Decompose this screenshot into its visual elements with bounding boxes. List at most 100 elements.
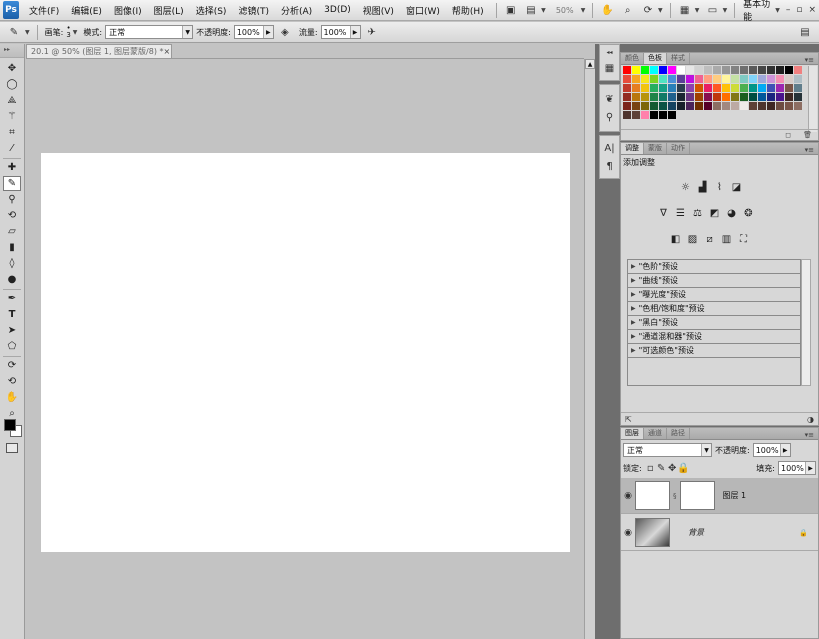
color-swatch[interactable] — [767, 66, 776, 75]
brush-preset-icon[interactable]: ✎ — [6, 25, 22, 39]
color-swatch[interactable] — [677, 93, 686, 102]
tab-channels[interactable]: 通道 — [644, 428, 667, 439]
screen-mode-icon[interactable]: ▭ — [705, 3, 719, 17]
gradient-tool-icon[interactable]: ▮ — [3, 240, 21, 255]
color-swatch[interactable] — [677, 75, 686, 84]
color-swatch[interactable] — [758, 84, 767, 93]
color-swatch[interactable] — [659, 93, 668, 102]
color-swatch[interactable] — [632, 84, 641, 93]
chevron-down-icon[interactable]: ▼ — [25, 29, 30, 36]
menu-help[interactable]: 帮助(H) — [448, 4, 488, 17]
clone-source-icon[interactable]: ⚲ — [600, 108, 619, 126]
color-swatch[interactable] — [641, 111, 650, 120]
close-icon[interactable]: × — [164, 47, 171, 56]
panel-menu-icon[interactable]: ▾≡ — [801, 431, 818, 439]
color-swatch[interactable] — [758, 75, 767, 84]
color-swatch[interactable] — [659, 66, 668, 75]
brush-panel-toggle-icon[interactable]: ▤ — [797, 25, 813, 39]
chevron-down-icon[interactable]: ▼ — [775, 7, 780, 14]
layer-row-layer1[interactable]: ◉ § 图层 1 — [621, 478, 818, 514]
color-swatch[interactable] — [776, 102, 785, 111]
color-swatch[interactable] — [623, 66, 632, 75]
color-swatch[interactable] — [713, 84, 722, 93]
paragraph-panel-icon[interactable]: ¶ — [600, 157, 619, 175]
vertical-scrollbar[interactable]: ▲ — [584, 59, 595, 639]
color-swatch[interactable] — [740, 75, 749, 84]
chevron-right-icon[interactable]: ▶ — [779, 444, 790, 456]
color-swatch[interactable] — [677, 84, 686, 93]
color-swatch[interactable] — [641, 84, 650, 93]
selective-color-icon[interactable]: ⛶ — [737, 233, 750, 246]
color-swatch[interactable] — [659, 75, 668, 84]
scroll-up-icon[interactable]: ▲ — [585, 59, 595, 69]
minimize-button[interactable]: – — [786, 5, 791, 15]
arrange-documents-icon[interactable]: ▦ — [678, 3, 692, 17]
blur-tool-icon[interactable]: ◊ — [3, 256, 21, 271]
menu-edit[interactable]: 编辑(E) — [67, 4, 106, 17]
color-swatch[interactable] — [659, 111, 668, 120]
flow-field[interactable]: 100% ▶ — [320, 25, 361, 39]
dodge-tool-icon[interactable]: ● — [3, 272, 21, 287]
color-swatch[interactable] — [776, 84, 785, 93]
tab-layers[interactable]: 图层 — [621, 428, 644, 439]
panel-menu-icon[interactable]: ▾≡ — [801, 146, 818, 154]
tab-color[interactable]: 颜色 — [621, 53, 644, 64]
color-swatch[interactable] — [731, 93, 740, 102]
color-swatch[interactable] — [623, 75, 632, 84]
opacity-field[interactable]: 100% ▶ — [233, 25, 274, 39]
color-swatch[interactable] — [704, 75, 713, 84]
color-swatch[interactable] — [668, 102, 677, 111]
layer-blend-mode-select[interactable]: 正常 ▼ — [623, 443, 712, 457]
lock-position-icon[interactable]: ✥ — [668, 461, 677, 475]
eraser-tool-icon[interactable]: ▱ — [3, 224, 21, 239]
color-swatch[interactable] — [713, 93, 722, 102]
document-tab[interactable]: 20.1 @ 50% (图层 1, 图层蒙版/8) * × — [26, 44, 172, 58]
menu-file[interactable]: 文件(F) — [25, 4, 63, 17]
color-swatch[interactable] — [686, 102, 695, 111]
threshold-icon[interactable]: ⧄ — [703, 233, 716, 246]
color-swatch[interactable] — [785, 84, 794, 93]
history-panel-icon[interactable]: ▦ — [600, 59, 619, 77]
color-swatch[interactable] — [632, 93, 641, 102]
preset-curves[interactable]: ▶ "曲线"预设 — [628, 274, 800, 288]
color-swatch[interactable] — [650, 102, 659, 111]
close-button[interactable]: × — [808, 5, 816, 15]
color-swatch[interactable] — [695, 75, 704, 84]
color-swatch[interactable] — [731, 75, 740, 84]
lock-transparency-icon[interactable]: ▫ — [646, 461, 655, 475]
color-swatch[interactable] — [794, 75, 803, 84]
trash-icon[interactable]: 🗑 — [803, 131, 812, 139]
color-swatch[interactable] — [749, 102, 758, 111]
clone-stamp-icon[interactable]: ⚲ — [3, 192, 21, 207]
color-swatch[interactable] — [668, 111, 677, 120]
color-swatch[interactable] — [776, 66, 785, 75]
preset-black-white[interactable]: ▶ "黑白"预设 — [628, 316, 800, 330]
chevron-down-icon[interactable]: ▼ — [581, 7, 586, 14]
chevron-down-icon[interactable]: ▼ — [541, 7, 546, 14]
menu-image[interactable]: 图像(I) — [110, 4, 146, 17]
tab-masks[interactable]: 蒙版 — [644, 143, 667, 154]
color-swatch[interactable] — [695, 66, 704, 75]
path-selection-icon[interactable]: ➤ — [3, 323, 21, 338]
color-swatch[interactable] — [740, 93, 749, 102]
color-swatch[interactable] — [713, 75, 722, 84]
menu-filter[interactable]: 滤镜(T) — [234, 4, 273, 17]
color-swatch[interactable] — [731, 102, 740, 111]
color-swatch[interactable] — [677, 102, 686, 111]
color-swatch[interactable] — [632, 111, 641, 120]
color-swatch[interactable] — [686, 75, 695, 84]
color-swatch[interactable] — [785, 93, 794, 102]
chevron-down-icon[interactable]: ▼ — [695, 7, 700, 14]
layer-row-background[interactable]: ◉ 背景 🔒 — [621, 515, 818, 551]
color-swatch[interactable] — [659, 102, 668, 111]
menu-window[interactable]: 窗口(W) — [402, 4, 444, 17]
color-swatch[interactable] — [722, 102, 731, 111]
eye-icon[interactable]: ◉ — [621, 491, 635, 501]
foreground-color-swatch[interactable] — [4, 419, 16, 431]
brightness-contrast-icon[interactable]: ☼ — [679, 181, 692, 194]
menu-3d[interactable]: 3D(D) — [320, 5, 355, 15]
black-white-icon[interactable]: ◩ — [708, 207, 721, 220]
layer-mask-thumbnail[interactable] — [679, 481, 715, 510]
color-swatch[interactable] — [704, 102, 713, 111]
3d-orbit-icon[interactable]: ⟲ — [3, 374, 21, 389]
